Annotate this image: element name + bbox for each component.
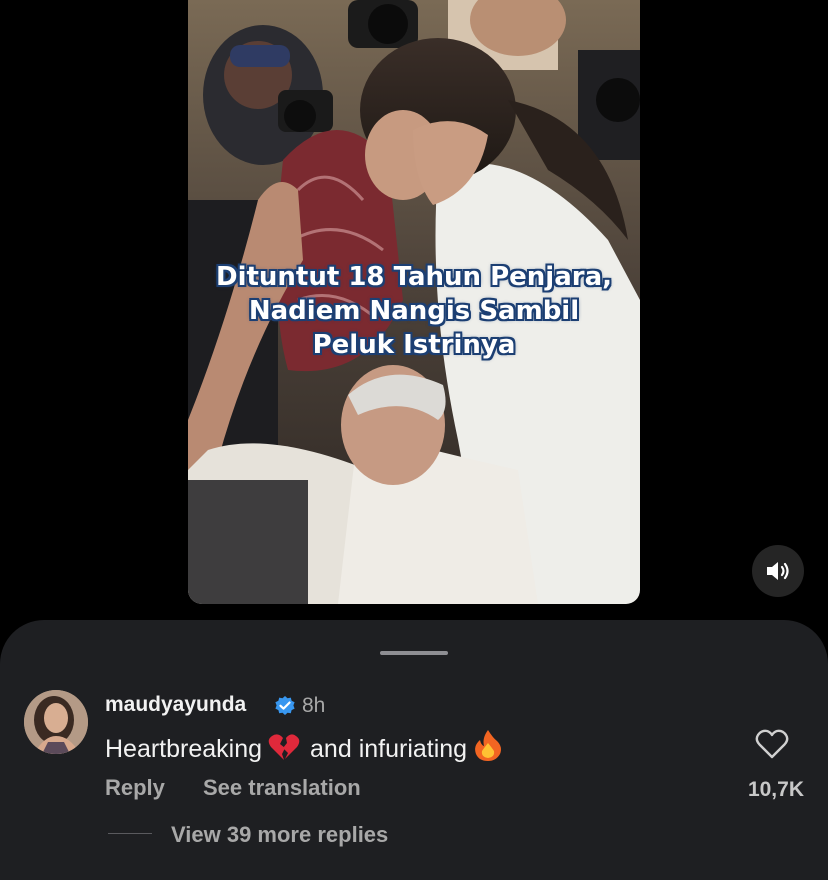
fire-icon (473, 729, 503, 768)
caption-line: Dituntut 18 Tahun Penjara, (215, 262, 612, 292)
reply-button[interactable]: Reply (105, 775, 165, 801)
verified-badge-icon (275, 696, 295, 715)
sheet-drag-handle[interactable] (380, 651, 448, 655)
broken-heart-icon (268, 733, 300, 768)
sound-toggle-button[interactable] (752, 545, 804, 597)
comment-text-part: Heartbreaking (105, 735, 263, 763)
like-count: 10,7K (747, 778, 804, 801)
speaker-icon (767, 562, 789, 580)
see-translation-button[interactable]: See translation (203, 775, 361, 801)
video-player[interactable]: Dituntut 18 Tahun Penjara, Nadiem Nangis… (188, 0, 640, 604)
comment-timestamp: 8h (302, 694, 326, 717)
comment-text-part: and infuriating (310, 735, 468, 763)
avatar-image (24, 690, 88, 754)
video-caption: Dituntut 18 Tahun Penjara, Nadiem Nangis… (188, 260, 640, 362)
caption-line: Nadiem Nangis Sambil (248, 296, 580, 326)
caption-line: Peluk Istrinya (312, 330, 516, 360)
comment-username[interactable]: maudyayunda (105, 693, 246, 717)
comment-text: Heartbreaking and infuriating (105, 729, 513, 768)
replies-divider (108, 833, 152, 834)
heart-icon[interactable] (755, 729, 789, 759)
avatar[interactable] (24, 690, 88, 754)
view-replies-button[interactable]: View 39 more replies (171, 822, 388, 848)
